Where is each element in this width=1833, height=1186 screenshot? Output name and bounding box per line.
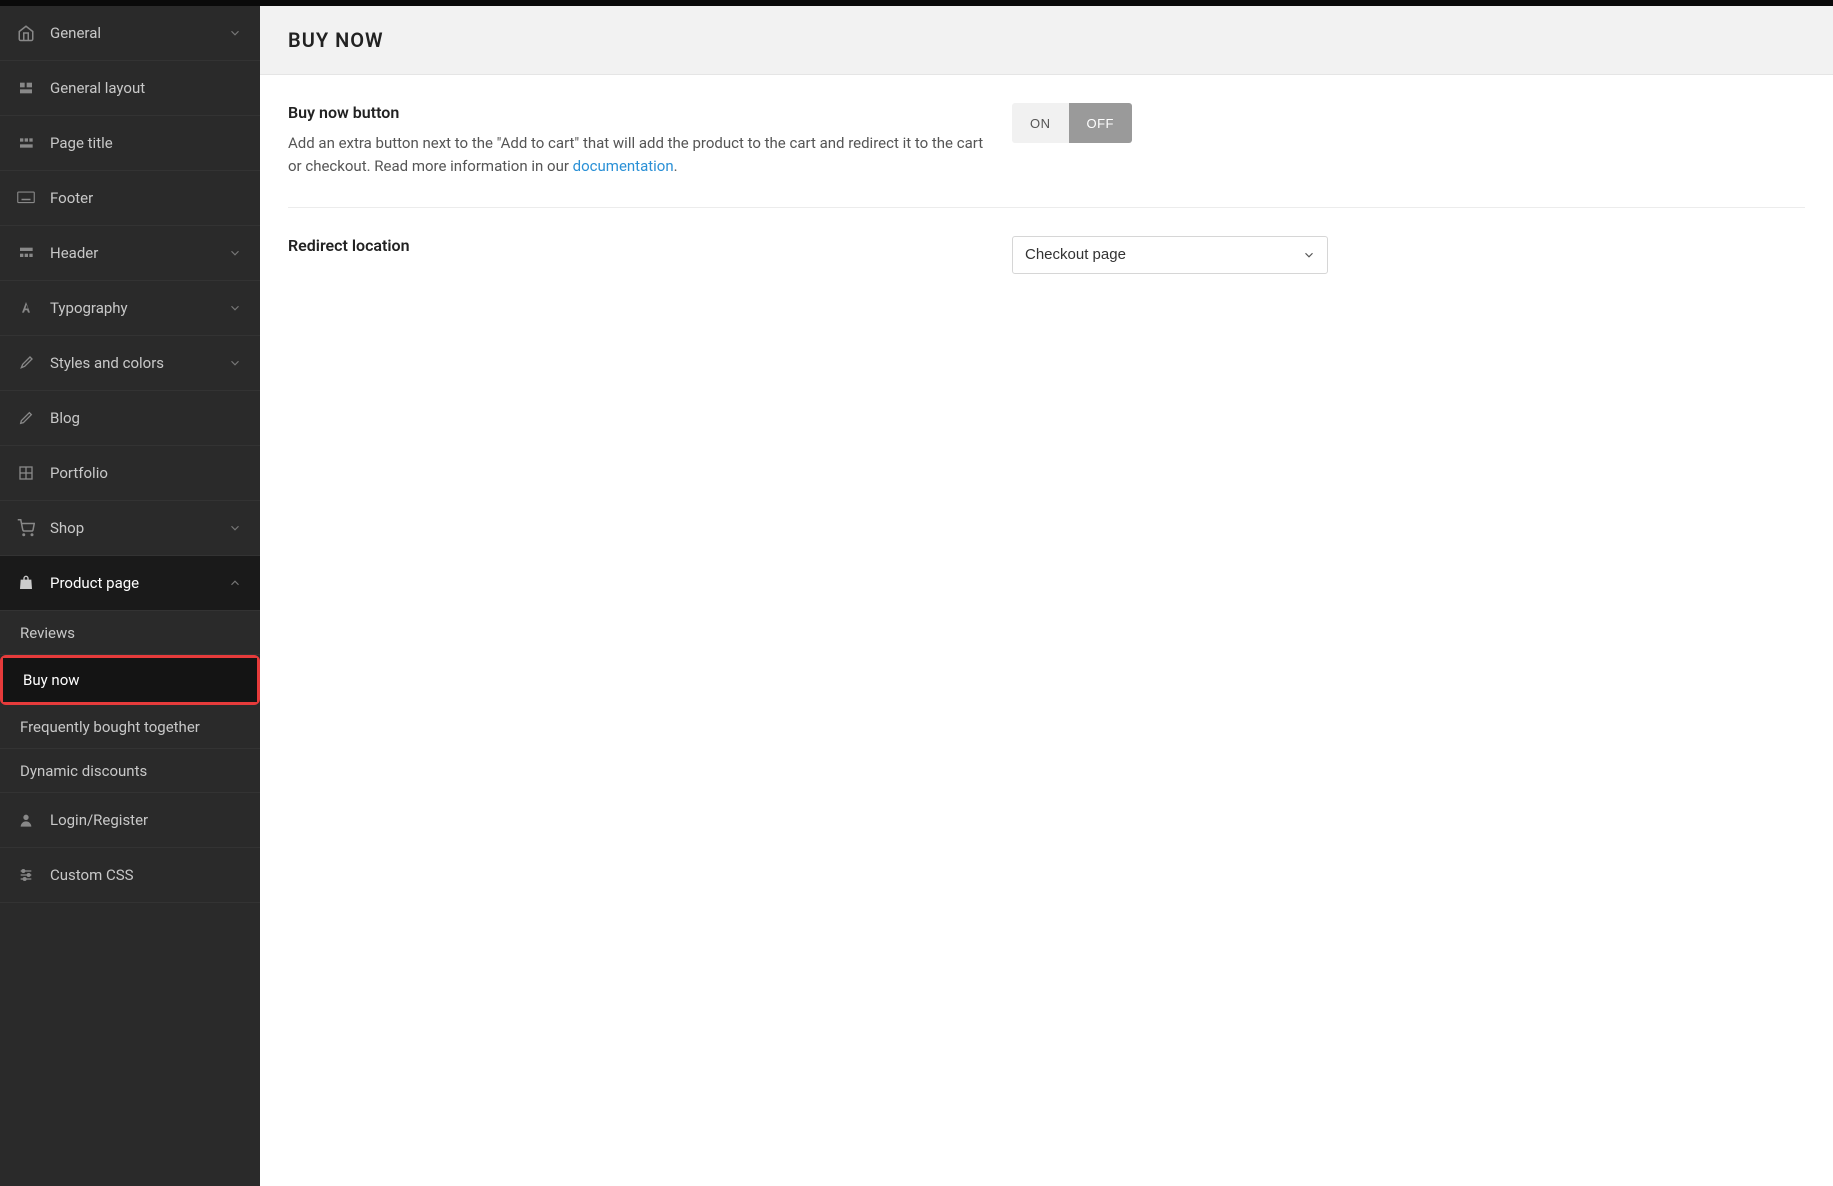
chevron-down-icon	[228, 356, 244, 370]
setting-buy-now-button: Buy now button Add an extra button next …	[288, 103, 1805, 208]
sidebar-subitem-frequently-bought[interactable]: Frequently bought together	[0, 705, 260, 749]
sidebar-item-typography[interactable]: Typography	[0, 281, 260, 336]
toggle-on-button[interactable]: ON	[1012, 103, 1069, 143]
sidebar-subitem-label: Dynamic discounts	[20, 762, 147, 780]
chevron-down-icon	[228, 301, 244, 315]
sidebar-item-styles-colors[interactable]: Styles and colors	[0, 336, 260, 391]
sidebar-item-label: Header	[50, 244, 228, 262]
main-panel: BUY NOW Buy now button Add an extra butt…	[260, 0, 1833, 1186]
setting-title: Buy now button	[288, 103, 988, 122]
sidebar-item-shop[interactable]: Shop	[0, 501, 260, 556]
chevron-down-icon	[228, 521, 244, 535]
setting-redirect-location: Redirect location Checkout page	[288, 236, 1805, 274]
redirect-location-select[interactable]: Checkout page	[1012, 236, 1328, 274]
home-icon	[16, 23, 36, 43]
sidebar-subitem-buy-now[interactable]: Buy now	[3, 658, 257, 702]
sidebar-subitem-label: Frequently bought together	[20, 718, 200, 736]
page-title: BUY NOW	[288, 28, 1805, 52]
sidebar-item-label: Styles and colors	[50, 354, 228, 372]
grid-row-icon	[16, 243, 36, 263]
pencil-icon	[16, 408, 36, 428]
sidebar-item-label: General	[50, 24, 228, 42]
sidebar-item-header[interactable]: Header	[0, 226, 260, 281]
sliders-icon	[16, 865, 36, 885]
sidebar-item-general[interactable]: General	[0, 6, 260, 61]
keyboard-icon	[16, 188, 36, 208]
sidebar-item-label: Login/Register	[50, 811, 244, 829]
chevron-up-icon	[228, 576, 244, 590]
sidebar-item-login-register[interactable]: Login/Register	[0, 793, 260, 848]
sidebar-item-general-layout[interactable]: General layout	[0, 61, 260, 116]
sidebar-item-label: Shop	[50, 519, 228, 537]
sidebar-item-page-title[interactable]: Page title	[0, 116, 260, 171]
setting-description: Add an extra button next to the "Add to …	[288, 132, 988, 179]
sidebar-item-custom-css[interactable]: Custom CSS	[0, 848, 260, 903]
brush-icon	[16, 353, 36, 373]
type-icon	[16, 298, 36, 318]
sidebar-subitem-dynamic-discounts[interactable]: Dynamic discounts	[0, 749, 260, 793]
chevron-down-icon	[228, 246, 244, 260]
cart-icon	[16, 518, 36, 538]
window-top-bar	[0, 0, 1833, 6]
toggle-buy-now: ON OFF	[1012, 103, 1132, 143]
sidebar-item-label: Page title	[50, 134, 244, 152]
grid-icon	[16, 463, 36, 483]
setting-title: Redirect location	[288, 236, 988, 255]
sidebar-item-label: Typography	[50, 299, 228, 317]
layout-icon	[16, 78, 36, 98]
sidebar-item-label: Blog	[50, 409, 244, 427]
toggle-off-button[interactable]: OFF	[1069, 103, 1133, 143]
sidebar-subitem-label: Reviews	[20, 624, 75, 642]
sidebar-item-label: General layout	[50, 79, 244, 97]
sidebar-item-label: Product page	[50, 574, 228, 592]
sidebar: General General layout Page title Footer…	[0, 0, 260, 1186]
documentation-link[interactable]: documentation	[573, 157, 674, 175]
sidebar-item-label: Footer	[50, 189, 244, 207]
bag-icon	[16, 573, 36, 593]
chevron-down-icon	[228, 26, 244, 40]
sidebar-submenu-product-page: Reviews Buy now Frequently bought togeth…	[0, 611, 260, 793]
page-header: BUY NOW	[260, 6, 1833, 75]
sidebar-subitem-label: Buy now	[23, 671, 80, 689]
sidebar-item-label: Portfolio	[50, 464, 244, 482]
sidebar-item-portfolio[interactable]: Portfolio	[0, 446, 260, 501]
user-icon	[16, 810, 36, 830]
highlight-annotation: Buy now	[0, 655, 260, 705]
sidebar-item-product-page[interactable]: Product page	[0, 556, 260, 611]
sidebar-item-footer[interactable]: Footer	[0, 171, 260, 226]
sidebar-item-blog[interactable]: Blog	[0, 391, 260, 446]
setting-desc-suffix: .	[674, 157, 678, 175]
grid-row-icon	[16, 133, 36, 153]
sidebar-subitem-reviews[interactable]: Reviews	[0, 611, 260, 655]
sidebar-item-label: Custom CSS	[50, 866, 244, 884]
